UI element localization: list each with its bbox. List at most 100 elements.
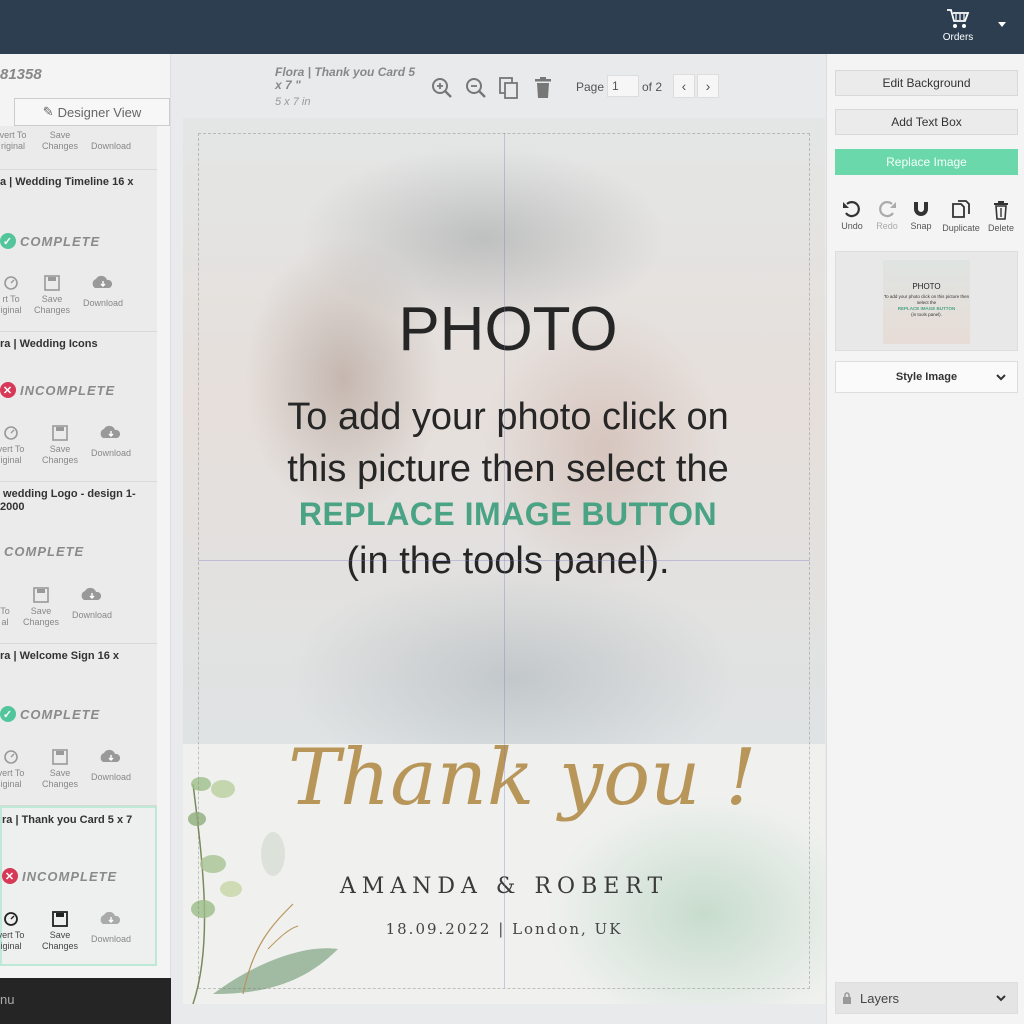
revert-button[interactable]: vert To riginal	[0, 130, 38, 152]
save-changes-button[interactable]: Save Changes	[16, 586, 66, 628]
save-icon	[52, 911, 68, 927]
magnet-icon	[914, 202, 928, 216]
pencil-icon: ✎	[42, 104, 54, 119]
save-changes-button[interactable]: Save Changes	[35, 424, 85, 466]
status-badge: ✕ INCOMPLETE	[0, 382, 115, 398]
status-badge: COMPLETE	[4, 544, 85, 559]
page-label: Page	[576, 80, 605, 94]
layers-dropdown[interactable]: Layers	[835, 982, 1018, 1014]
zoom-in-icon[interactable]	[430, 76, 454, 100]
add-text-box-button[interactable]: Add Text Box	[835, 109, 1018, 135]
download-button[interactable]: Download	[86, 424, 136, 459]
chevron-down-icon	[996, 374, 1006, 381]
prev-page-button[interactable]: ‹	[673, 74, 695, 98]
cloud-download-icon	[92, 275, 113, 288]
project-card[interactable]: a | Wedding Timeline 16 x ✓ COMPLETE rt …	[0, 170, 157, 332]
card-title: wedding Logo - design 1- 2000	[0, 488, 136, 513]
cloud-download-icon	[81, 587, 102, 600]
save-icon	[52, 425, 68, 441]
project-card[interactable]: ra | Welcome Sign 16 x ✓ COMPLETE vert T…	[0, 644, 157, 806]
card-actions: vert To iginal Save Changes Download	[0, 424, 157, 466]
card-actions: rt To iginal Save Changes Download	[0, 274, 157, 316]
menu-toggle[interactable]: nu	[0, 978, 171, 1024]
duplicate-button[interactable]: Duplicate	[939, 200, 983, 233]
revert-icon	[4, 750, 18, 764]
download-button[interactable]: Download	[78, 274, 128, 309]
lock-icon	[843, 992, 851, 1004]
save-changes-button[interactable]: Save Changes	[35, 910, 85, 952]
copy-icon[interactable]	[498, 76, 520, 100]
style-image-dropdown[interactable]: Style Image	[835, 361, 1018, 393]
save-changes-button[interactable]: Save Changes	[35, 748, 85, 790]
design-canvas[interactable]: PHOTO To add your photo click on this pi…	[183, 118, 825, 1004]
cross-icon: ✕	[0, 382, 16, 398]
save-changes-button[interactable]: Save Changes	[27, 274, 77, 316]
download-button[interactable]: Download	[86, 910, 136, 945]
revert-icon	[4, 426, 18, 440]
snap-button[interactable]: Snap	[908, 200, 934, 231]
revert-icon	[4, 912, 18, 926]
edit-background-button[interactable]: Edit Background	[835, 70, 1018, 96]
project-card[interactable]: vert To riginal Save Changes Download	[0, 126, 157, 170]
status-badge: ✓ COMPLETE	[0, 233, 100, 249]
download-button[interactable]: Download	[67, 586, 117, 621]
cloud-download-icon	[100, 425, 121, 438]
cart-icon	[947, 9, 970, 28]
replace-image-button[interactable]: Replace Image	[835, 149, 1018, 175]
cross-icon: ✕	[2, 868, 18, 884]
status-badge: ✓ COMPLETE	[0, 706, 100, 722]
project-card[interactable]: wedding Logo - design 1- 2000 COMPLETE T…	[0, 482, 157, 644]
account-dropdown-caret[interactable]	[998, 22, 1006, 27]
trash-icon[interactable]	[533, 76, 553, 100]
card-actions: To al Save Changes Download	[0, 586, 157, 628]
card-title: ra | Wedding Icons	[0, 338, 98, 350]
save-icon	[52, 749, 68, 765]
card-title: ra | Thank you Card 5 x 7	[2, 814, 133, 826]
project-id: 81358	[0, 66, 42, 83]
download-button[interactable]: Download	[86, 130, 136, 152]
check-icon: ✓	[0, 706, 16, 722]
status-badge: ✕ INCOMPLETE	[2, 868, 117, 884]
card-title: ra | Welcome Sign 16 x	[0, 650, 120, 662]
orders-button[interactable]: Orders	[938, 8, 978, 43]
revert-button[interactable]: vert To iginal	[0, 424, 36, 466]
card-actions: vert To iginal Save Changes Download	[0, 910, 159, 952]
page-number-input[interactable]	[607, 75, 639, 97]
duplicate-icon	[952, 200, 970, 218]
save-icon	[44, 275, 60, 291]
revert-button[interactable]: vert To iginal	[0, 748, 36, 790]
chevron-left-icon: ‹	[681, 78, 687, 94]
card-actions: vert To iginal Save Changes Download	[0, 748, 157, 790]
projects-panel: 81358 ✎ Designer View vert To riginal Sa…	[0, 54, 171, 978]
next-page-button[interactable]: ›	[697, 74, 719, 98]
zoom-out-icon[interactable]	[464, 76, 488, 100]
undo-icon	[843, 201, 860, 218]
cloud-download-icon	[100, 749, 121, 762]
card-actions: vert To riginal Save Changes Download	[0, 130, 157, 170]
revert-button[interactable]: vert To iginal	[0, 910, 36, 952]
project-card[interactable]: ra | Wedding Icons ✕ INCOMPLETE vert To …	[0, 332, 157, 482]
document-title: Flora | Thank you Card 5 x 7 "	[275, 65, 416, 92]
chevron-right-icon: ›	[705, 78, 711, 94]
undo-button[interactable]: Undo	[839, 200, 865, 231]
top-bar: Orders	[0, 0, 1024, 54]
cloud-download-icon	[100, 911, 121, 924]
horizontal-center-guide	[198, 560, 810, 561]
delete-icon	[994, 201, 1008, 220]
save-changes-button[interactable]: Save Changes	[35, 130, 85, 152]
editor-toolbar: Flora | Thank you Card 5 x 7 " 5 x 7 in …	[171, 54, 826, 118]
page-count: of 2	[642, 80, 663, 94]
orders-label: Orders	[942, 32, 974, 43]
selected-image-preview: PHOTO To add your photo click on this pi…	[835, 251, 1018, 351]
check-icon: ✓	[0, 233, 16, 249]
chevron-down-icon	[996, 995, 1006, 1002]
redo-button[interactable]: Redo	[874, 200, 900, 231]
project-card-active[interactable]: ra | Thank you Card 5 x 7 ✕ INCOMPLETE v…	[0, 806, 157, 966]
redo-icon	[879, 201, 896, 218]
designer-view-button[interactable]: ✎ Designer View	[14, 98, 170, 126]
delete-button[interactable]: Delete	[986, 200, 1016, 233]
download-button[interactable]: Download	[86, 748, 136, 783]
card-title: a | Wedding Timeline 16 x	[0, 176, 134, 188]
image-thumbnail: PHOTO To add your photo click on this pi…	[883, 260, 970, 344]
document-size: 5 x 7 in	[275, 96, 311, 108]
